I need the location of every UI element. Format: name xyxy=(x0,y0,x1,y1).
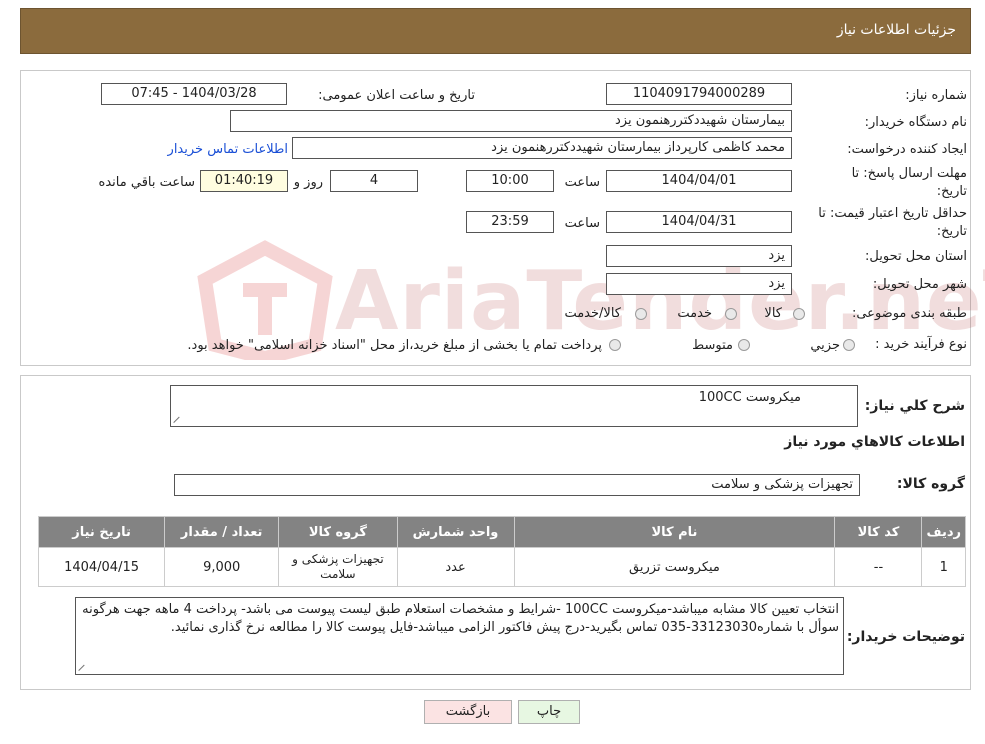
cell-date: 1404/04/15 xyxy=(37,547,166,587)
goods-group-label: گروه کالا: xyxy=(896,476,965,492)
category-label: طبقه بندی موضوعی: xyxy=(851,306,967,321)
province-field[interactable]: یزد xyxy=(606,245,792,267)
col-header-qty: تعداد / مقدار xyxy=(164,516,280,548)
page-header: جزئیات اطلاعات نیاز xyxy=(20,8,971,54)
col-header-unit: واحد شمارش xyxy=(396,516,515,548)
cell-unit: عدد xyxy=(396,547,515,587)
resize-handle-icon[interactable] xyxy=(79,663,87,671)
summary-textarea[interactable]: میکروست 100CC xyxy=(170,385,858,427)
contact-buyer-link[interactable]: اطلاعات تماس خریدار xyxy=(168,142,288,157)
table-row[interactable]: 1 -- میکروست تزریق عدد تجهیزات پزشکی و س… xyxy=(37,547,966,587)
process-option-medium: متوسط xyxy=(692,338,733,353)
col-header-row: ردیف xyxy=(921,516,966,548)
remaining-time-field: 01:40:19 xyxy=(200,170,288,192)
cell-qty: 9,000 xyxy=(164,547,280,587)
deadline-date-field[interactable]: 1404/04/01 xyxy=(606,170,792,192)
category-radio-goods-service[interactable] xyxy=(635,308,647,320)
buyer-org-label: نام دستگاه خریدار: xyxy=(864,115,967,130)
category-radio-goods[interactable] xyxy=(793,308,805,320)
notes-textarea[interactable]: انتخاب تعیین کالا مشابه میباشد-میکروست 1… xyxy=(75,597,844,675)
process-radio-minor[interactable] xyxy=(843,339,855,351)
category-option-goods-service: کالا/خدمت xyxy=(564,306,621,321)
process-radio-medium[interactable] xyxy=(738,339,750,351)
need-number-field[interactable]: 1104091794000289 xyxy=(606,83,792,105)
items-table-wrap: ردیف کد کالا نام کالا واحد شمارش گروه کا… xyxy=(37,516,966,590)
col-header-group: گروه کالا xyxy=(278,516,398,548)
goods-info-title: اطلاعات کالاهاي مورد نیاز xyxy=(784,434,965,450)
validity-date-field[interactable]: 1404/04/31 xyxy=(606,211,792,233)
city-field[interactable]: یزد xyxy=(606,273,792,295)
notes-text: انتخاب تعیین کالا مشابه میباشد-میکروست 1… xyxy=(82,602,839,635)
deadline-label-line2: تاریخ: xyxy=(936,184,967,199)
city-label: شهر محل تحویل: xyxy=(872,277,967,292)
process-label: نوع فرآیند خرید : xyxy=(875,337,967,352)
validity-time-field[interactable]: 23:59 xyxy=(466,211,554,233)
days-label: روز و xyxy=(293,175,323,190)
announce-label: تاریخ و ساعت اعلان عمومی: xyxy=(318,88,475,103)
province-label: استان محل تحویل: xyxy=(865,249,967,264)
validity-time-label: ساعت xyxy=(564,216,600,231)
cell-name: میکروست تزریق xyxy=(513,547,836,587)
creator-label: ایجاد کننده درخواست: xyxy=(847,142,967,157)
deadline-time-label: ساعت xyxy=(564,175,600,190)
page-title: جزئیات اطلاعات نیاز xyxy=(836,22,956,38)
announce-field[interactable]: 1404/03/28 - 07:45 xyxy=(101,83,287,105)
category-option-service: خدمت xyxy=(677,306,712,321)
resize-handle-icon[interactable] xyxy=(174,415,182,423)
cell-group: تجهیزات پزشکی و سلامت xyxy=(278,547,398,587)
category-option-goods: کالا xyxy=(764,306,782,321)
remaining-label: ساعت باقي مانده xyxy=(98,175,195,190)
col-header-code: کد کالا xyxy=(834,516,923,548)
back-button[interactable]: بازگشت xyxy=(424,700,512,724)
process-option-minor: جزیي xyxy=(810,338,840,353)
col-header-name: نام کالا xyxy=(513,516,836,548)
buyer-org-field[interactable]: بیمارستان شهیددکتررهنمون یزد xyxy=(230,110,792,132)
goods-group-field[interactable]: تجهیزات پزشکی و سلامت xyxy=(174,474,860,496)
validity-label-line2: تاریخ: xyxy=(936,224,967,239)
process-radio-treasury[interactable] xyxy=(609,339,621,351)
need-number-label: شماره نیاز: xyxy=(905,88,967,103)
cell-code: -- xyxy=(834,547,923,587)
summary-text: میکروست 100CC xyxy=(698,390,801,405)
summary-label: شرح کلي نیاز: xyxy=(864,398,965,414)
cell-row-number: 1 xyxy=(921,547,966,587)
watermark-text: AriaTender.neT xyxy=(335,254,985,349)
process-note: پرداخت تمام یا بخشی از مبلغ خرید،از محل … xyxy=(187,338,602,353)
validity-label: حداقل تاریخ اعتبار قیمت: تا xyxy=(818,206,967,221)
creator-field[interactable]: محمد کاظمی کارپرداز بیمارستان شهیددکترره… xyxy=(292,137,792,159)
category-radio-service[interactable] xyxy=(725,308,737,320)
deadline-label: مهلت ارسال پاسخ: تا xyxy=(851,166,967,181)
items-table: ردیف کد کالا نام کالا واحد شمارش گروه کا… xyxy=(37,516,966,587)
deadline-time-field[interactable]: 10:00 xyxy=(466,170,554,192)
col-header-date: تاریخ نیاز xyxy=(37,516,166,548)
notes-label: توضیحات خریدار: xyxy=(846,629,965,645)
days-field[interactable]: 4 xyxy=(330,170,418,192)
print-button[interactable]: چاپ xyxy=(518,700,580,724)
